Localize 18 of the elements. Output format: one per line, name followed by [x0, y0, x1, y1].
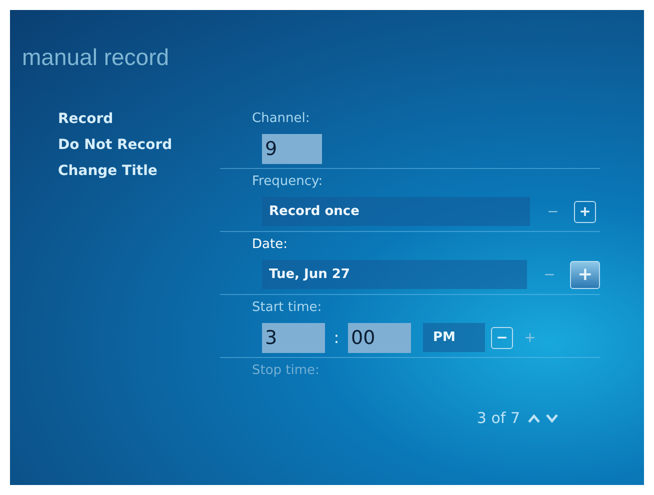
value-field[interactable]: Record once — [262, 197, 530, 226]
field-label: Start time: — [252, 300, 323, 315]
menu-item[interactable]: Change Title — [58, 163, 158, 179]
field-label: Frequency: — [252, 174, 324, 189]
minute-input[interactable]: 00 — [348, 322, 411, 352]
page-title: manual record — [22, 44, 170, 71]
hour-input[interactable]: 3 — [262, 322, 325, 352]
field-label: Stop time: — [252, 363, 320, 378]
value-field[interactable]: Tue, Jun 27 — [262, 260, 527, 289]
plus-button[interactable]: + — [574, 200, 596, 222]
page-counter: 3 of 7 — [476, 409, 520, 427]
channel-input[interactable]: 9 — [262, 134, 322, 164]
menu-item[interactable]: Do Not Record — [58, 137, 172, 153]
menu-item[interactable]: Record — [58, 111, 114, 127]
time-separator: : — [332, 328, 340, 347]
field-label: Channel: — [252, 111, 311, 126]
field-label: Date: — [252, 237, 288, 252]
ampm-field[interactable]: PM — [423, 323, 485, 352]
